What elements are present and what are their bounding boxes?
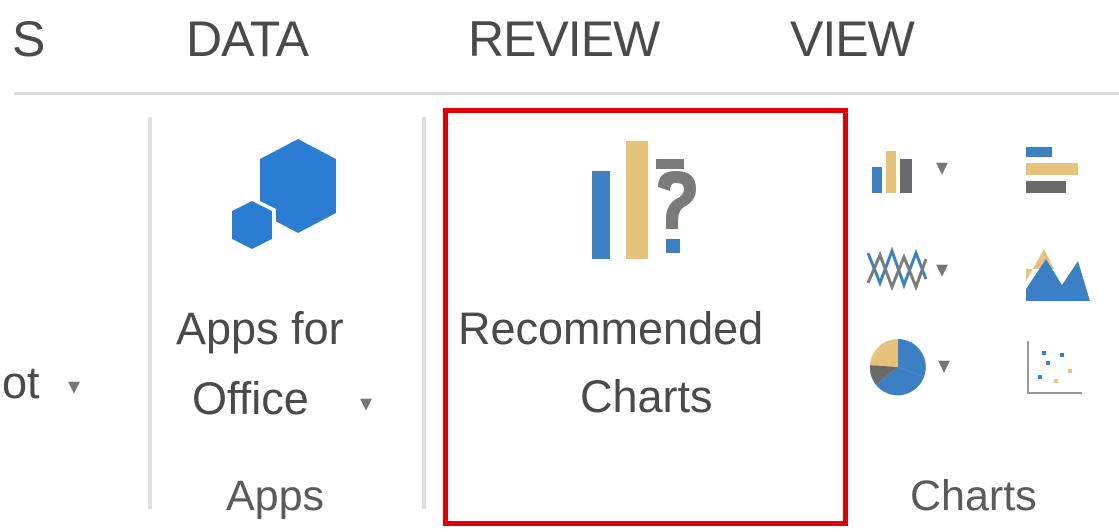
apps-for-office-label-line2: Office <box>192 373 309 424</box>
chevron-down-icon: ▾ <box>938 352 951 379</box>
insert-column-chart-button[interactable]: ▾ <box>870 145 966 199</box>
insert-area-chart-button[interactable] <box>1022 241 1119 301</box>
apps-for-office-icon <box>228 139 336 253</box>
group-label-apps: Apps <box>226 472 325 520</box>
scatter-chart-icon <box>1027 341 1082 394</box>
apps-for-office-button[interactable]: Apps for Office ▾ <box>160 135 410 445</box>
recommended-charts-icon <box>592 141 696 259</box>
chevron-down-icon[interactable]: ▾ <box>68 372 80 401</box>
tab-formulas-partial[interactable]: S <box>12 10 45 68</box>
ribbon-insert: ot ▾ Apps for Office ▾ Apps Recommended … <box>0 95 1119 532</box>
insert-pie-chart-button[interactable]: ▾ <box>866 335 966 399</box>
insert-scatter-chart-button[interactable] <box>1024 339 1119 399</box>
tab-data[interactable]: DATA <box>186 10 309 68</box>
group-label-charts: Charts <box>910 472 1037 520</box>
chevron-down-icon: ▾ <box>360 390 373 417</box>
area-chart-icon <box>1026 249 1090 301</box>
ribbon-tab-bar: S DATA REVIEW VIEW <box>0 0 1119 92</box>
pivotchart-label-partial[interactable]: ot <box>2 357 40 409</box>
recommended-charts-button[interactable]: Recommended Charts <box>450 113 842 513</box>
recommended-charts-label-line2: Charts <box>580 371 713 422</box>
recommended-charts-label-line1: Recommended <box>458 303 764 354</box>
pie-chart-icon <box>869 338 926 396</box>
line-chart-icon <box>866 246 928 292</box>
chevron-down-icon: ▾ <box>936 256 949 283</box>
apps-for-office-label-line1: Apps for <box>176 303 344 354</box>
tab-view[interactable]: VIEW <box>790 10 915 68</box>
tab-review[interactable]: REVIEW <box>468 10 660 68</box>
column-chart-icon <box>872 151 912 193</box>
insert-bar-chart-button[interactable] <box>1022 145 1119 199</box>
chevron-down-icon: ▾ <box>936 154 949 181</box>
group-separator <box>422 117 426 509</box>
group-separator <box>148 117 152 509</box>
insert-line-chart-button[interactable]: ▾ <box>866 243 966 303</box>
bar-chart-icon <box>1026 147 1078 193</box>
